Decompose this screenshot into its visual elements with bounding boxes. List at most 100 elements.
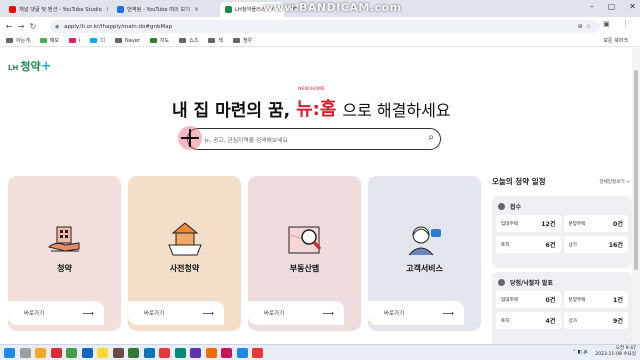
- clock[interactable]: 오전 9:47 2023-11-08 수요일: [595, 346, 636, 358]
- card-pre-apply[interactable]: 사전청약 바로가기 ⟶: [128, 176, 241, 331]
- go-button[interactable]: 바로가기 ⟶: [248, 301, 344, 325]
- site-info-icon[interactable]: ◉: [55, 24, 59, 30]
- vertical-scrollbar[interactable]: [632, 48, 640, 344]
- folder-icon: [90, 38, 98, 43]
- address-bar-icons[interactable]: ⊕☆: [578, 23, 594, 30]
- hero-right-text: 으로 해결하세요: [342, 101, 451, 120]
- bookmark-item[interactable]: Naver: [115, 38, 140, 44]
- schedule-cell[interactable]: 토지 6건: [496, 236, 561, 253]
- kakaotalk-icon[interactable]: [97, 347, 108, 358]
- schedule-cell[interactable]: 임대주택 12건: [496, 215, 561, 232]
- schedule-section-winners: 당첨/낙찰자 발표 임대주택 0건 분양주택 1건 토지 4건 상가 9건: [492, 272, 632, 346]
- youtube-studio-icon: [117, 6, 124, 13]
- bookmark-item[interactable]: 쟁우: [232, 37, 252, 44]
- folder-icon: [115, 38, 123, 43]
- card-title: 부동산맵: [289, 264, 320, 273]
- search-box[interactable]: 뉴, 공고, 관심지역을 검색해보세요 ⌕: [187, 128, 441, 150]
- bookmark-item[interactable]: 아는게: [6, 37, 30, 44]
- logo-plus: +: [40, 59, 52, 74]
- chrome-icon[interactable]: [159, 347, 170, 358]
- back-icon[interactable]: ←: [3, 22, 15, 31]
- close-window-icon[interactable]: ✕: [629, 2, 636, 11]
- card-title: 사전청약: [169, 264, 200, 273]
- search-placeholder: 뉴, 공고, 관심지역을 검색해보세요: [204, 137, 288, 144]
- tab-youtube-translated[interactable]: 번역됨 - YouTube 여의 보기 ×: [112, 2, 216, 17]
- bookmark-item[interactable]: 디: [90, 37, 105, 44]
- clock-date: 2023-11-08 수요일: [595, 352, 636, 357]
- folder-icon: [69, 38, 77, 43]
- schedule-cell[interactable]: 토지 4건: [496, 312, 561, 329]
- schedule-header: 오늘의 청약 일정 전체일정보기 +: [486, 170, 632, 187]
- app-icon[interactable]: [190, 347, 201, 358]
- schedule-cell[interactable]: 상가 16건: [563, 236, 628, 253]
- system-tray: ⌃ ◧ 🔊 오전 9:47 2023-11-08 수요일: [572, 346, 636, 358]
- brand-small-text: NEW:HOME: [298, 87, 326, 92]
- hero-left-text: 내 집 마련의 꿈,: [172, 101, 291, 121]
- schedule-cell[interactable]: 임대주택 0건: [496, 291, 561, 308]
- folder-icon: [6, 38, 13, 43]
- app-icon[interactable]: [112, 347, 124, 358]
- arrow-right-icon: ⟶: [442, 308, 454, 318]
- close-icon[interactable]: ×: [194, 6, 199, 13]
- excel-icon[interactable]: [128, 347, 139, 358]
- search-taskbar-icon[interactable]: [19, 347, 31, 358]
- tray-icons[interactable]: ⌃ ◧ 🔊: [572, 350, 589, 355]
- go-button[interactable]: 바로가기 ⟶: [8, 301, 104, 325]
- card-title: 고객서비스: [406, 264, 443, 273]
- app-icon[interactable]: [66, 347, 77, 358]
- search-icon[interactable]: ⌕: [428, 132, 434, 143]
- bookmark-item[interactable]: 쇼츠: [179, 37, 198, 44]
- app-icon[interactable]: [205, 347, 217, 358]
- app-icon[interactable]: [81, 347, 93, 358]
- card-apply[interactable]: 청약 바로가기 ⟶: [8, 176, 121, 331]
- app-icon[interactable]: [143, 347, 155, 358]
- logo-lh-text: LH: [8, 64, 19, 72]
- app-icon[interactable]: [236, 347, 248, 358]
- section-header: 당첨/낙찰자 발표: [492, 272, 632, 289]
- app-icon[interactable]: [221, 347, 232, 358]
- chrome-icon[interactable]: [252, 347, 263, 358]
- arrow-right-icon: ⟶: [202, 308, 214, 318]
- maximize-icon[interactable]: ▢: [608, 2, 616, 11]
- bookmarks-bar: 아는게 예모 i 디 Naver 지도 쇼츠 책 쟁우 모든 북마크: [0, 35, 640, 47]
- toolbar-actions[interactable]: ▣ ⋮: [603, 20, 634, 28]
- tab-youtube-studio[interactable]: 채널 댓글 및 멘션 - YouTube Studio ×: [4, 2, 108, 17]
- hero-heading: 내 집 마련의 꿈, NEW:HOME 뉴:홈 으로 해결하세요: [172, 87, 451, 121]
- start-icon[interactable]: [4, 347, 15, 358]
- forward-icon[interactable]: →: [15, 22, 27, 31]
- address-bar[interactable]: ◉ apply.lh.or.kr/lhapply/main.do#gnbMap …: [50, 20, 600, 33]
- folder-icon: [208, 38, 216, 43]
- bookmark-item[interactable]: 예모: [39, 37, 59, 44]
- card-customer-service[interactable]: 고객서비스 바로가기 ⟶: [368, 176, 481, 331]
- bandicam-watermark: www.BANDICAM.com: [263, 1, 402, 14]
- app-icon[interactable]: [50, 347, 62, 358]
- file-explorer-icon[interactable]: [35, 347, 46, 358]
- tab-label: 채널 댓글 및 멘션 - YouTube Studio: [19, 7, 102, 13]
- bookmark-item[interactable]: 지도: [149, 37, 169, 44]
- reload-icon[interactable]: ↻: [27, 22, 39, 31]
- receipt-icon: [498, 203, 505, 210]
- bookmark-item[interactable]: i: [69, 38, 80, 44]
- lh-logo[interactable]: LH 청약+: [8, 58, 51, 74]
- new-home-brand: NEW:HOME 뉴:홈: [296, 87, 336, 121]
- customer-service-icon: [405, 221, 445, 259]
- section-header: 접수: [492, 196, 632, 213]
- bookmark-item[interactable]: 책: [208, 37, 223, 44]
- browser-toolbar: ← → ↻ ◉ apply.lh.or.kr/lhapply/main.do#g…: [0, 17, 640, 35]
- schedule-cell[interactable]: 분양주택 1건: [563, 291, 628, 308]
- building-hands-icon: [45, 221, 85, 259]
- view-all-link[interactable]: 전체일정보기 +: [599, 179, 630, 185]
- schedule-cell[interactable]: 상가 9건: [563, 312, 628, 329]
- card-realestate-map[interactable]: 부동산맵 바로가기 ⟶: [248, 176, 361, 331]
- schedule-title: 오늘의 청약 일정: [492, 177, 546, 186]
- close-icon[interactable]: ×: [106, 6, 108, 13]
- scrollbar-thumb[interactable]: [634, 70, 638, 270]
- schedule-cell[interactable]: 분양주택 0건: [563, 215, 628, 232]
- minimize-icon[interactable]: –: [590, 2, 594, 11]
- all-bookmarks[interactable]: 모든 북마크: [603, 37, 628, 44]
- go-button[interactable]: 바로가기 ⟶: [368, 301, 464, 325]
- app-icon[interactable]: [174, 347, 186, 358]
- go-button[interactable]: 바로가기 ⟶: [128, 301, 224, 325]
- announcement-icon: [498, 279, 505, 286]
- card-title: 청약: [57, 264, 72, 273]
